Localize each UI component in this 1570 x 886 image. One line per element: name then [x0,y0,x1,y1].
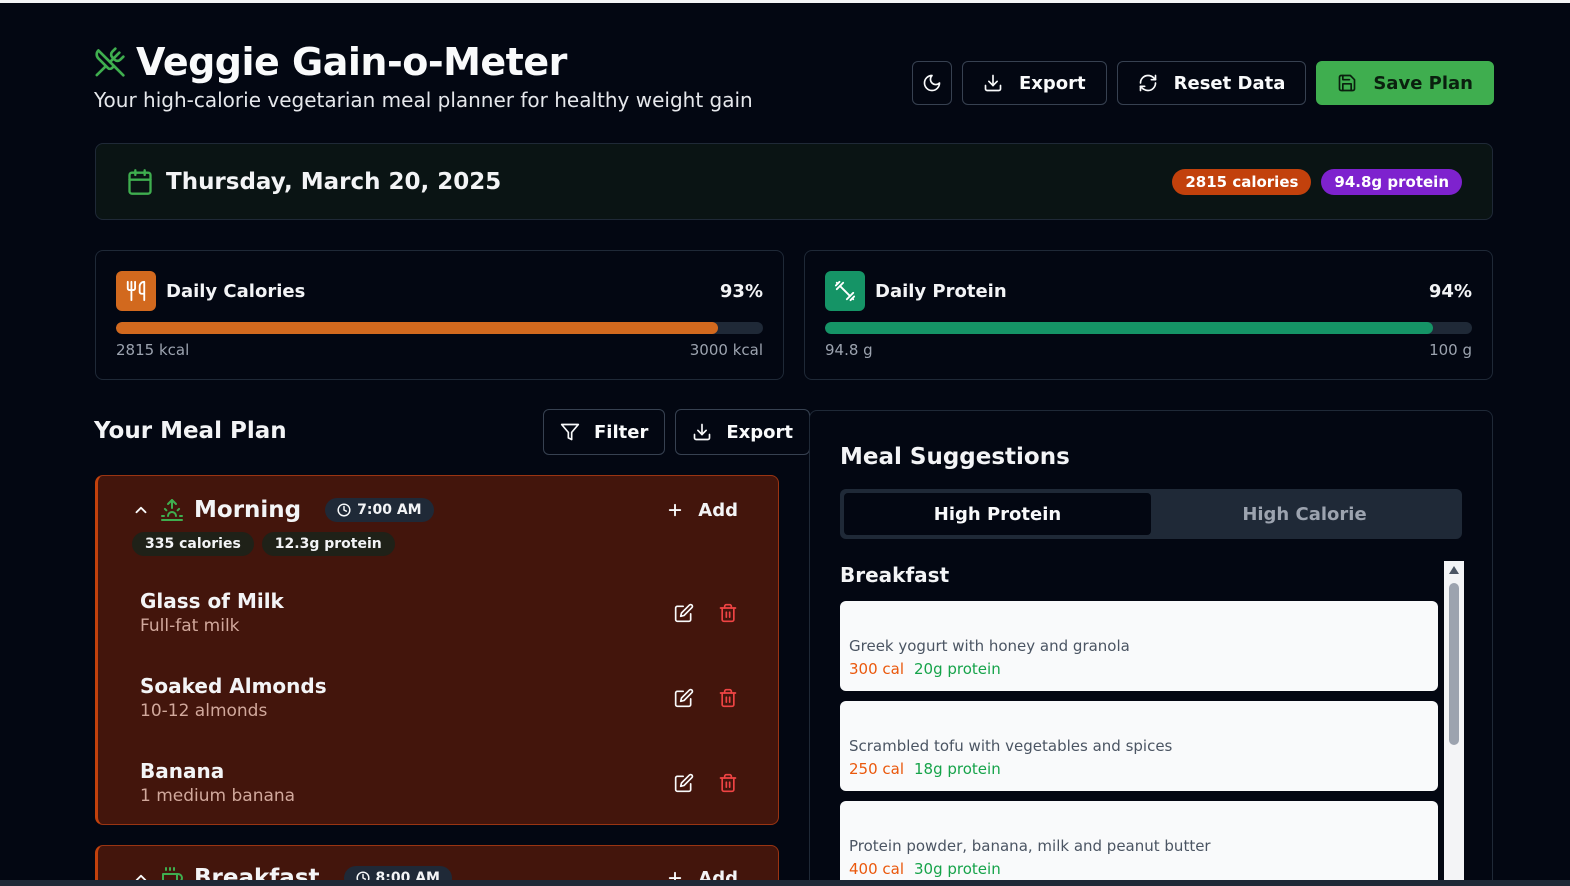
suggestion-description: Protein powder, banana, milk and peanut … [849,837,1211,855]
calories-icon-box [116,271,156,311]
utensils-icon [126,280,146,302]
header-actions: Export Reset Data Save Plan [912,61,1494,105]
calories-percent: 93% [719,280,763,302]
food-description: 10-12 almonds [140,701,268,721]
calories-badge: 2815 calories [1172,168,1312,195]
download-icon [693,423,711,441]
suggestion-protein: 30g protein [914,860,1001,878]
daily-protein-card: Daily Protein 94% 94.8 g 100 g [804,250,1493,380]
calories-progress-fill [116,322,718,334]
protein-icon-box [825,271,865,311]
suggestion-section-title: Breakfast [840,563,950,587]
meal-totals: 335 calories 12.3g protein [98,532,778,556]
scroll-up-arrow[interactable] [1449,566,1459,574]
tab-high-protein[interactable]: High Protein [844,493,1151,535]
reset-data-label: Reset Data [1173,72,1286,94]
refresh-icon [1139,74,1156,92]
food-description: Full-fat milk [140,616,240,636]
window-bottom-border [0,880,1570,886]
suggestion-protein: 18g protein [914,760,1001,778]
suggestion-card[interactable]: Greek yogurt with honey and granola 300 … [840,601,1438,691]
chevron-up-icon[interactable] [132,501,150,519]
trash-icon[interactable] [718,603,738,623]
app-header: Veggie Gain-o-Meter Your high-calorie ve… [94,40,1494,120]
calendar-icon [128,168,152,195]
suggestion-tabs: High Protein High Calorie [840,489,1462,539]
suggestion-protein: 20g protein [914,660,1001,678]
suggestion-calories: 400 cal [849,860,905,878]
moon-icon [923,74,941,92]
meal-card-morning: Morning 7:00 AM Add 335 calories 12.3g p… [95,475,779,825]
sunrise-icon [161,499,183,521]
utensils-crossed-icon [95,47,125,77]
suggestion-description: Greek yogurt with honey and granola [849,637,1130,655]
daily-totals: 2815 calories 94.8g protein [1172,168,1462,195]
meal-plan-export-button[interactable]: Export [675,409,810,455]
food-description: 1 medium banana [140,786,296,806]
edit-icon[interactable] [674,773,694,793]
protein-badge: 94.8g protein [1321,168,1462,195]
protein-progress-track [825,322,1472,334]
food-item: Banana 1 medium banana [98,740,778,825]
food-item: Soaked Almonds 10-12 almonds [98,655,778,740]
suggestions-scrollbar[interactable] [1444,561,1464,886]
meal-protein-badge: 12.3g protein [261,532,395,556]
save-plan-button[interactable]: Save Plan [1316,61,1494,105]
dumbbell-icon [834,280,856,302]
calories-current: 2815 kcal [116,341,190,359]
reset-data-button[interactable]: Reset Data [1116,61,1307,105]
suggestion-card[interactable]: Protein powder, banana, milk and peanut … [840,801,1438,886]
scrollbar-thumb[interactable] [1449,583,1459,745]
meal-plan-export-label: Export [726,421,793,443]
tab-high-calorie[interactable]: High Calorie [1151,493,1458,535]
edit-icon[interactable] [674,688,694,708]
export-button[interactable]: Export [962,61,1107,105]
save-plan-label: Save Plan [1373,72,1473,94]
protein-current: 94.8 g [825,341,873,359]
suggestions-title: Meal Suggestions [840,444,1070,470]
clock-icon [337,503,351,517]
meal-name: Morning [194,497,302,523]
trash-icon[interactable] [718,688,738,708]
download-icon [984,74,1002,92]
filter-label: Filter [594,421,649,443]
filter-button[interactable]: Filter [543,409,666,455]
calories-progress-track [116,322,763,334]
suggestion-calories: 250 cal [849,760,905,778]
meal-plan-title: Your Meal Plan [94,418,287,444]
meal-time: 7:00 AM [357,502,422,518]
export-button-label: Export [1019,72,1086,94]
food-item: Glass of Milk Full-fat milk [98,570,778,655]
protein-progress-fill [825,322,1434,334]
food-name: Glass of Milk [140,589,284,613]
app-title: Veggie Gain-o-Meter [136,40,567,84]
daily-calories-card: Daily Calories 93% 2815 kcal 3000 kcal [95,250,784,380]
food-name: Banana [140,759,225,783]
suggestion-calories: 300 cal [849,660,905,678]
meal-suggestions-panel: Meal Suggestions High Protein High Calor… [809,410,1493,886]
window-top-border [0,0,1570,3]
calories-label: Daily Calories [166,280,306,302]
save-icon [1339,74,1356,92]
meal-plan-actions: Filter Export [543,409,810,455]
edit-icon[interactable] [674,603,694,623]
suggestion-card[interactable]: Scrambled tofu with vegetables and spice… [840,701,1438,791]
meal-calories-badge: 335 calories [132,532,254,556]
add-food-label: Add [698,499,738,521]
plus-icon [669,503,682,517]
calories-goal: 3000 kcal [689,341,763,359]
meal-time-badge: 7:00 AM [325,498,434,522]
protein-goal: 100 g [1429,341,1472,359]
food-name: Soaked Almonds [140,674,327,698]
theme-toggle-button[interactable] [912,61,952,105]
filter-icon [560,423,580,441]
date-bar: Thursday, March 20, 2025 2815 calories 9… [95,143,1493,220]
current-date: Thursday, March 20, 2025 [166,168,502,195]
add-food-button[interactable]: Add [666,500,760,521]
suggestion-description: Scrambled tofu with vegetables and spice… [849,737,1173,755]
suggestion-list: Greek yogurt with honey and granola 300 … [840,601,1438,886]
trash-icon[interactable] [718,773,738,793]
protein-label: Daily Protein [875,280,1007,302]
protein-percent: 94% [1428,280,1472,302]
